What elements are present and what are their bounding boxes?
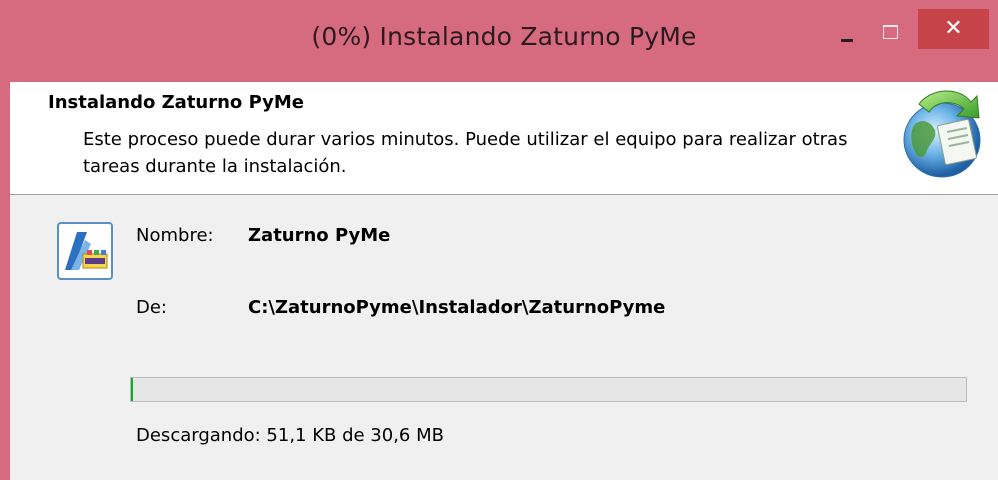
installer-window: (0%) Instalando Zaturno PyMe ✕ Instaland… xyxy=(0,0,998,480)
details-panel: Nombre: Zaturno PyMe De: C:\ZaturnoPyme\… xyxy=(10,195,998,480)
close-button[interactable]: ✕ xyxy=(918,9,989,49)
header-title: Instalando Zaturno PyMe xyxy=(48,92,304,113)
zaturno-app-icon xyxy=(57,222,113,280)
maximize-icon xyxy=(883,25,898,39)
maximize-button[interactable] xyxy=(877,20,905,50)
minimize-button[interactable] xyxy=(835,22,863,52)
progress-fill xyxy=(131,378,133,401)
close-icon: ✕ xyxy=(944,16,963,41)
globe-setup-icon xyxy=(903,90,981,178)
header-panel: Instalando Zaturno PyMe Este proceso pue… xyxy=(10,82,998,195)
header-description: Este proceso puede durar varios minutos.… xyxy=(83,129,848,177)
from-label: De: xyxy=(136,297,167,318)
name-value: Zaturno PyMe xyxy=(248,225,391,246)
minimize-icon xyxy=(841,39,853,42)
from-value: C:\ZaturnoPyme\Instalador\ZaturnoPyme xyxy=(248,297,666,318)
download-status: Descargando: 51,1 KB de 30,6 MB xyxy=(136,425,444,446)
progress-bar xyxy=(130,377,967,402)
name-label: Nombre: xyxy=(136,225,214,246)
title-bar[interactable]: (0%) Instalando Zaturno PyMe ✕ xyxy=(0,0,998,82)
